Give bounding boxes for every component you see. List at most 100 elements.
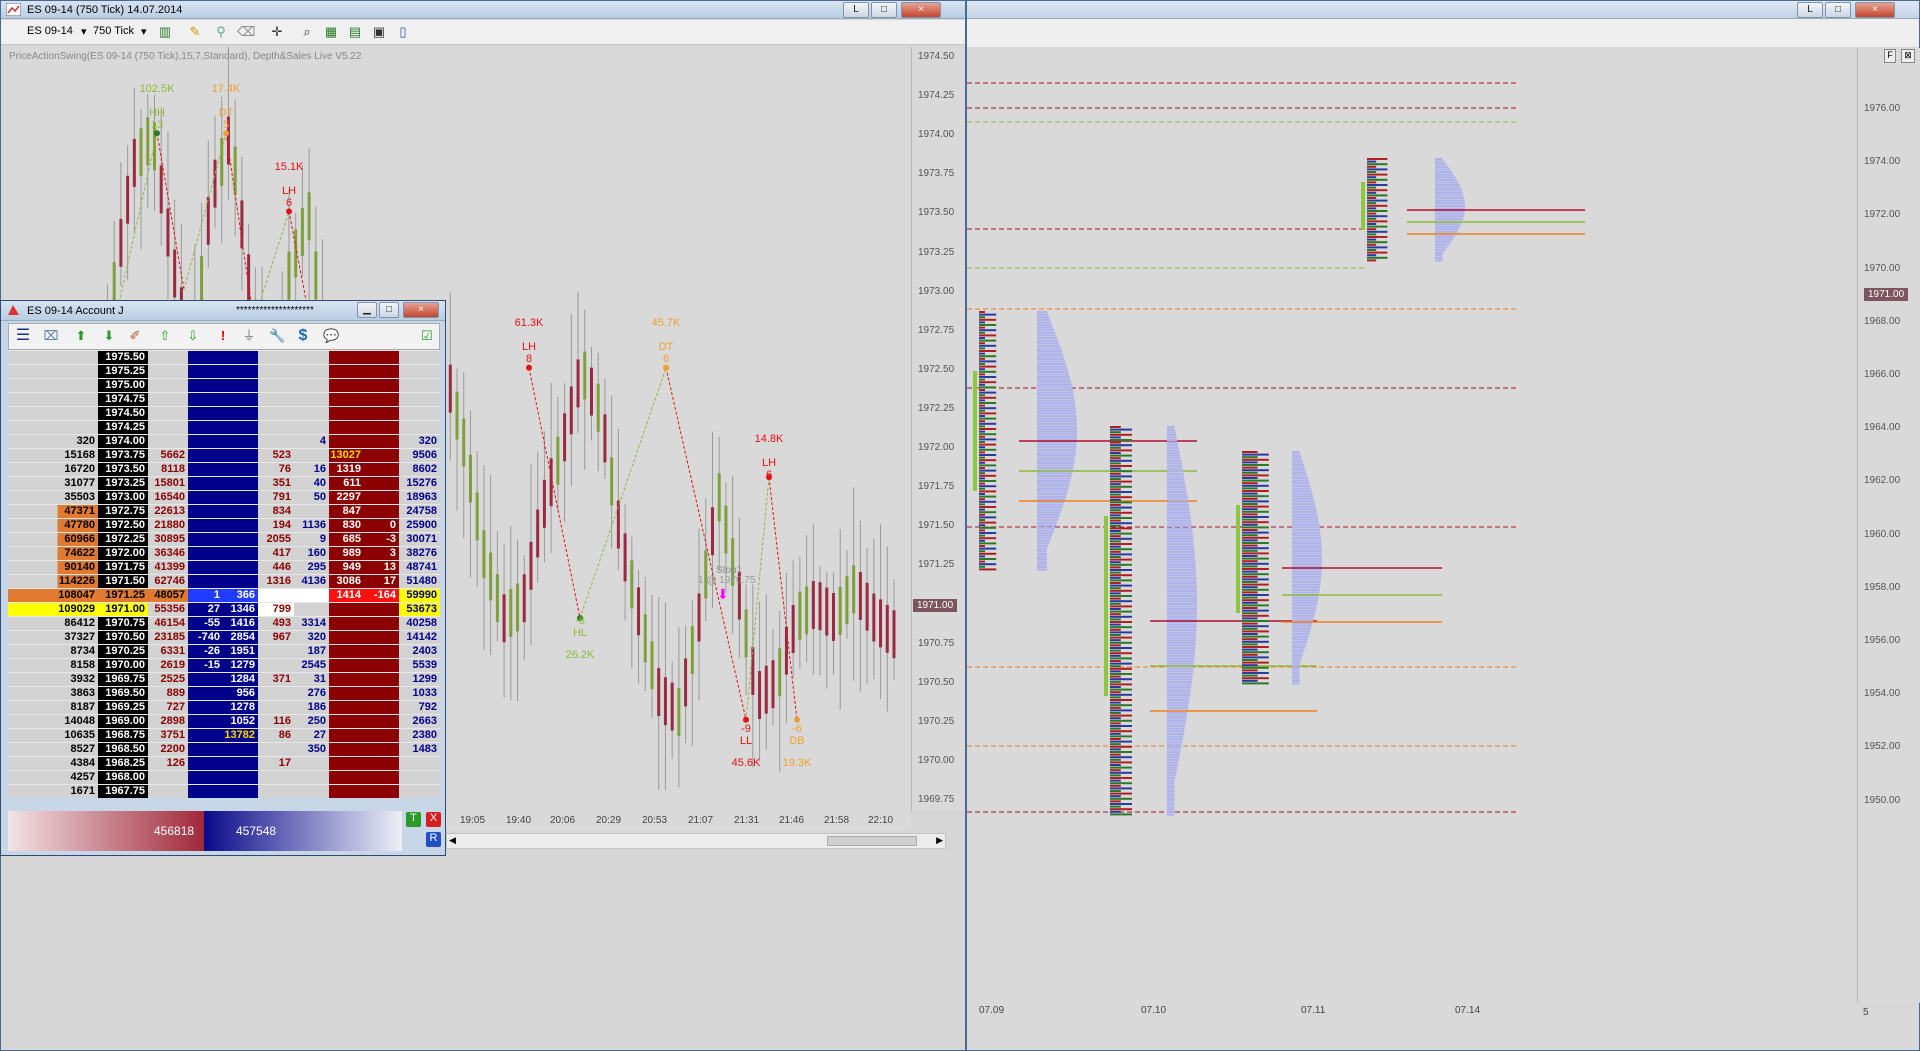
- ladder-cell-c9[interactable]: [329, 407, 364, 420]
- ladder-row[interactable]: 47371 1972.75 22613 834 847 24758: [8, 504, 440, 518]
- ladder-row[interactable]: 1975.25: [8, 364, 440, 378]
- ladder-row[interactable]: 10635 1968.75 3751 13782 86 27 2380: [8, 728, 440, 742]
- ladder-cell-c5[interactable]: [188, 561, 223, 574]
- ladder-row[interactable]: 8187 1969.25 727 1278 186 792: [8, 700, 440, 714]
- wrench-icon[interactable]: 🔧: [269, 328, 285, 344]
- ladder-cell-c9[interactable]: 830: [329, 519, 364, 532]
- ladder-cell-price[interactable]: 1969.00: [98, 715, 148, 728]
- restore-button[interactable]: □: [379, 302, 399, 318]
- ladder-row[interactable]: 1974.50: [8, 406, 440, 420]
- ladder-cell-c5[interactable]: [188, 757, 223, 770]
- ladder-cell-c5[interactable]: [188, 491, 223, 504]
- dollar-icon[interactable]: $: [295, 328, 311, 344]
- corner-collapse-button[interactable]: ⊠: [1901, 49, 1915, 63]
- scroll-up-icon[interactable]: ⬆: [73, 328, 89, 344]
- ladder-cell-c9[interactable]: [329, 379, 364, 392]
- ladder-row[interactable]: 35503 1973.00 16540 791 50 2297 18963: [8, 490, 440, 504]
- ladder-cell-price[interactable]: 1971.25: [98, 589, 148, 602]
- ladder-cell-price[interactable]: 1975.00: [98, 379, 148, 392]
- ladder-icon[interactable]: ☰: [15, 328, 31, 344]
- ladder-row[interactable]: 15168 1973.75 5662 523 13027 9506: [8, 448, 440, 462]
- ladder-cell-price[interactable]: 1973.50: [98, 463, 148, 476]
- restore-button[interactable]: □: [871, 2, 897, 18]
- ladder-row[interactable]: 3932 1969.75 2525 1284 371 31 1299: [8, 672, 440, 686]
- ladder-row[interactable]: 1671 1967.75: [8, 784, 440, 798]
- chart-horizontal-scrollbar[interactable]: ◀ ▶: [446, 833, 946, 849]
- ladder-cell-price[interactable]: 1972.00: [98, 547, 148, 560]
- ladder-cell-c5[interactable]: [188, 575, 223, 588]
- ladder-cell-price[interactable]: 1967.75: [98, 785, 148, 798]
- ladder-cell-c9[interactable]: [329, 421, 364, 434]
- zoom-icon[interactable]: ⌕: [299, 24, 315, 40]
- ladder-cell-c9[interactable]: 611: [329, 477, 364, 490]
- ladder-cell-price[interactable]: 1968.75: [98, 729, 148, 742]
- ladder-cell-c5[interactable]: [188, 701, 223, 714]
- crosshair-icon[interactable]: ✛: [269, 24, 285, 40]
- minimize-button[interactable]: ▁: [357, 302, 377, 318]
- ladder-cell-price[interactable]: 1970.50: [98, 631, 148, 644]
- ladder-cell-c9[interactable]: 847: [329, 505, 364, 518]
- ladder-cell-price[interactable]: 1968.25: [98, 757, 148, 770]
- scroll-down-icon[interactable]: ⬇: [101, 328, 117, 344]
- ladder-cell-price[interactable]: 1973.75: [98, 449, 148, 462]
- ladder-cell-c5[interactable]: [188, 421, 223, 434]
- interval-dropdown-icon[interactable]: ▾: [141, 25, 147, 38]
- ladder-cell-c9[interactable]: [329, 645, 364, 658]
- ladder-row[interactable]: 90140 1971.75 41399 446 295 949 13 48741: [8, 560, 440, 574]
- ladder-cell-c9[interactable]: 949: [329, 561, 364, 574]
- ladder-cell-c9[interactable]: [329, 659, 364, 672]
- ladder-cell-c5[interactable]: [188, 351, 223, 364]
- close-button[interactable]: ×: [403, 302, 439, 318]
- ladder-cell-c5[interactable]: [188, 547, 223, 560]
- ladder-cell-c5[interactable]: [188, 673, 223, 686]
- chat-icon[interactable]: 💬: [323, 328, 339, 344]
- ladder-cell-c9[interactable]: 2297: [329, 491, 364, 504]
- ladder-cell-price[interactable]: 1973.00: [98, 491, 148, 504]
- ladder-cell-c5[interactable]: [188, 533, 223, 546]
- ladder-cell-c5[interactable]: -15: [188, 659, 223, 672]
- ladder-row[interactable]: 31077 1973.25 15801 351 40 611 15276: [8, 476, 440, 490]
- pencil-icon[interactable]: ✎: [187, 24, 203, 40]
- data-box-icon[interactable]: ▯: [395, 24, 411, 40]
- ladder-cell-c5[interactable]: [188, 379, 223, 392]
- ladder-row[interactable]: 14048 1969.00 2898 1052 116 250 2663: [8, 714, 440, 728]
- ladder-row[interactable]: 37327 1970.50 23185 -740 2854 967 320 14142: [8, 630, 440, 644]
- ladder-row[interactable]: 1974.25: [8, 420, 440, 434]
- ladder-cell-price[interactable]: 1974.25: [98, 421, 148, 434]
- ladder-row[interactable]: 74622 1972.00 36346 417 160 989 3 38276: [8, 546, 440, 560]
- interval-selector[interactable]: 750 Tick: [93, 25, 134, 37]
- ladder-cell-c9[interactable]: [329, 715, 364, 728]
- ladder-row[interactable]: 1974.75: [8, 392, 440, 406]
- ladder-cell-c5[interactable]: [188, 771, 223, 784]
- center-down-icon[interactable]: ⇩: [185, 328, 201, 344]
- close-button[interactable]: ×: [1855, 2, 1895, 18]
- ladder-cell-c9[interactable]: [329, 435, 364, 448]
- ladder-cell-c5[interactable]: [188, 407, 223, 420]
- ladder-cell-c9[interactable]: [329, 393, 364, 406]
- ladder-row[interactable]: 8158 1970.00 2619 -15 1279 2545 5539: [8, 658, 440, 672]
- ladder-cell-c5[interactable]: [188, 785, 223, 798]
- paint-icon[interactable]: ✐: [127, 328, 143, 344]
- ladder-cell-c9[interactable]: 685: [329, 533, 364, 546]
- ladder-cell-price[interactable]: 1969.75: [98, 673, 148, 686]
- ladder-row[interactable]: 3863 1969.50 889 956 276 1033: [8, 686, 440, 700]
- close-button[interactable]: ×: [901, 2, 941, 18]
- ladder-cell-c9[interactable]: [329, 603, 364, 616]
- ladder-cell-c9[interactable]: [329, 673, 364, 686]
- ladder-cell-price[interactable]: 1971.75: [98, 561, 148, 574]
- ladder-cell-price[interactable]: 1968.00: [98, 771, 148, 784]
- ladder-cell-c9[interactable]: [329, 631, 364, 644]
- ladder-row[interactable]: 60966 1972.25 30895 2055 9 685 -3 30071: [8, 532, 440, 546]
- x-button[interactable]: X: [426, 812, 441, 827]
- ladder-row[interactable]: 108047 1971.25 48057 1 366 1414 -164 59990: [8, 588, 440, 602]
- ladder-cell-c9[interactable]: 1414: [329, 589, 364, 602]
- t-button[interactable]: T: [406, 812, 421, 827]
- ladder-cell-c9[interactable]: [329, 701, 364, 714]
- ladder-cell-c5[interactable]: -55: [188, 617, 223, 630]
- ladder-cell-c5[interactable]: [188, 743, 223, 756]
- pin-icon[interactable]: ⚲: [213, 24, 229, 40]
- ladder-row[interactable]: 1975.50: [8, 350, 440, 364]
- ladder-cell-c9[interactable]: [329, 757, 364, 770]
- ladder-cell-c5[interactable]: -740: [188, 631, 223, 644]
- ladder-cell-c5[interactable]: [188, 393, 223, 406]
